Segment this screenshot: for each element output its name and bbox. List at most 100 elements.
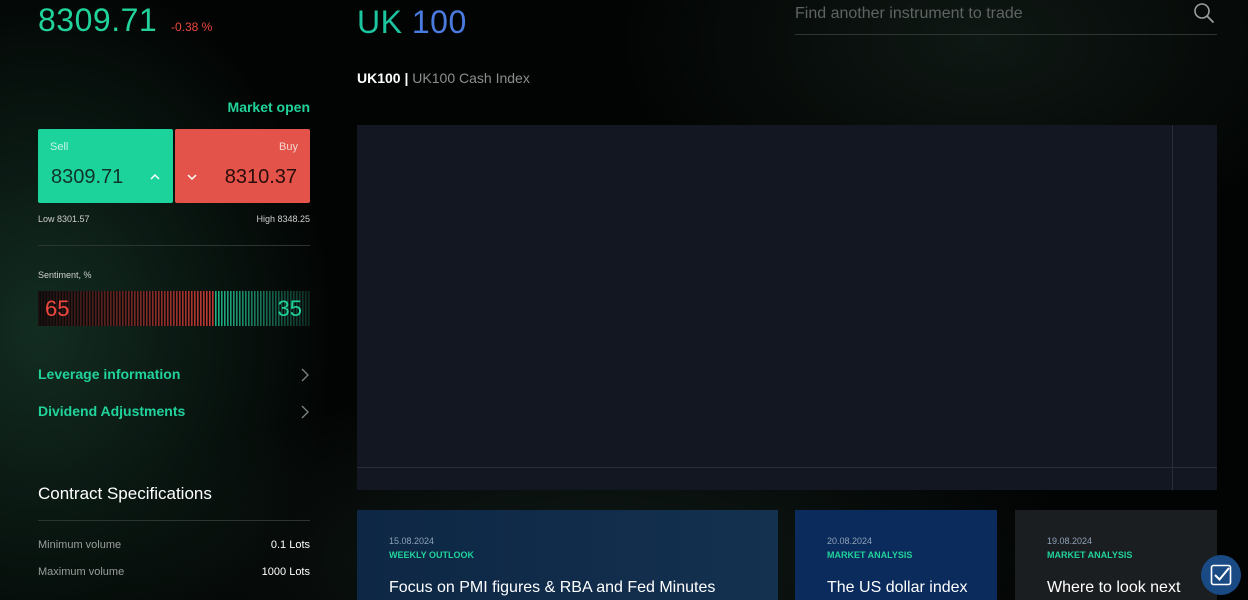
chat-button[interactable] (1201, 555, 1241, 595)
sentiment-buy-stripe (227, 291, 229, 326)
sentiment-sell-stripe (179, 291, 181, 326)
sentiment-sell-value: 65 (45, 296, 70, 321)
sentiment-sell-stripe (164, 291, 166, 326)
spec-row-maximum-volume: Maximum volume 1000 Lots (38, 566, 310, 584)
chart-time-scale-divider (357, 467, 1217, 468)
sentiment-buy-stripe (242, 291, 244, 326)
sentiment-buy-stripe (233, 291, 235, 326)
instrument-search (795, 0, 1217, 35)
sentiment-buy-value: 35 (277, 296, 302, 321)
sentiment-sell-stripe (74, 291, 76, 326)
instrument-title: UK 100 (357, 4, 467, 41)
sentiment-buy-stripe (245, 291, 247, 326)
sentiment-sell-stripe (155, 291, 157, 326)
leverage-information-label: Leverage information (38, 366, 181, 382)
sentiment-sell-stripe (137, 291, 139, 326)
sentiment-buy-stripe (236, 291, 238, 326)
low-price: Low 8301.57 (38, 214, 90, 224)
chevron-right-icon (301, 368, 309, 382)
main-content: UK 100 UK100 | UK100 Cash Index 15.08.20… (357, 0, 1217, 600)
sentiment-sell-stripe (107, 291, 109, 326)
spec-value: 1000 Lots (261, 566, 310, 578)
chart-price-scale-divider (1172, 125, 1173, 490)
current-price: 8309.71 (38, 2, 158, 38)
sentiment-sell-stripe (71, 291, 73, 326)
chevron-up-icon (150, 173, 160, 180)
sell-button[interactable]: Sell 8309.71 (38, 129, 173, 203)
sentiment-sell-stripe (182, 291, 184, 326)
price-change: -0.38 % (171, 20, 213, 34)
search-icon[interactable] (1193, 2, 1215, 24)
instrument-separator: | (404, 70, 409, 86)
sentiment-sell-stripe (158, 291, 160, 326)
quote-panel: 8309.71 -0.38 % Market open Sell 8309.71… (38, 0, 310, 600)
sentiment-buy-stripe (269, 291, 271, 326)
sentiment-sell-stripe (203, 291, 205, 326)
sentiment-sell-stripe (83, 291, 85, 326)
high-price: High 8348.25 (256, 214, 310, 224)
sentiment-sell-stripe (143, 291, 145, 326)
sentiment-buy-stripe (272, 291, 274, 326)
sentiment-bar: 65 35 (38, 291, 310, 326)
sentiment-sell-stripe (113, 291, 115, 326)
sell-price: 8309.71 (51, 166, 124, 188)
news-headline: Where to look next (1047, 579, 1181, 596)
sentiment-sell-stripe (41, 291, 43, 326)
sentiment-buy-stripe (305, 291, 307, 326)
news-date: 19.08.2024 (1047, 536, 1093, 546)
search-input[interactable] (795, 2, 1175, 26)
sentiment-buy-stripe (302, 291, 304, 326)
market-status: Market open (227, 99, 310, 115)
instrument-title-part2: 100 (411, 4, 467, 40)
sentiment-sell-stripe (122, 291, 124, 326)
instrument-title-part1: UK (357, 4, 403, 40)
spec-row-minimum-volume: Minimum volume 0.1 Lots (38, 539, 310, 557)
sentiment-sell-stripe (209, 291, 211, 326)
sentiment-sell-stripe (206, 291, 208, 326)
dividend-adjustments-link[interactable]: Dividend Adjustments (38, 403, 310, 423)
news-category: MARKET ANALYSIS (827, 550, 913, 560)
sentiment-sell-stripe (197, 291, 199, 326)
sentiment-buy-stripe (254, 291, 256, 326)
buy-button[interactable]: Buy 8310.37 (175, 129, 310, 203)
spec-value: 0.1 Lots (270, 539, 310, 551)
sentiment-sell-stripe (98, 291, 100, 326)
spec-key: Maximum volume (38, 566, 125, 578)
divider (38, 245, 310, 246)
sentiment-label: Sentiment, % (38, 270, 92, 280)
sentiment-sell-stripe (200, 291, 202, 326)
sentiment-sell-stripe (134, 291, 136, 326)
sentiment-sell-stripe (119, 291, 121, 326)
sentiment-sell-stripe (104, 291, 106, 326)
sentiment-sell-stripe (167, 291, 169, 326)
instrument-symbol: UK100 (357, 70, 401, 86)
news-card[interactable]: 15.08.2024 WEEKLY OUTLOOK Focus on PMI f… (357, 510, 778, 600)
sentiment-sell-stripe (173, 291, 175, 326)
news-headline: The US dollar index (827, 579, 968, 596)
sentiment-buy-stripe (263, 291, 265, 326)
sentiment-sell-stripe (188, 291, 190, 326)
chevron-down-icon (187, 174, 197, 181)
news-card[interactable]: 20.08.2024 MARKET ANALYSIS The US dollar… (795, 510, 997, 600)
sentiment-sell-stripe (125, 291, 127, 326)
sentiment-buy-stripe (260, 291, 262, 326)
news-category: WEEKLY OUTLOOK (389, 550, 475, 560)
news-card[interactable]: 19.08.2024 MARKET ANALYSIS Where to look… (1015, 510, 1217, 600)
sentiment-sell-stripe (128, 291, 130, 326)
sentiment-sell-stripe (77, 291, 79, 326)
sell-label: Sell (50, 141, 69, 153)
sentiment-buy-stripe (218, 291, 220, 326)
sentiment-sell-stripe (185, 291, 187, 326)
sentiment-buy-stripe (224, 291, 226, 326)
sentiment-buy-stripe (251, 291, 253, 326)
buy-price: 8310.37 (224, 166, 297, 188)
dividend-adjustments-label: Dividend Adjustments (38, 403, 186, 419)
sentiment-sell-stripe (92, 291, 94, 326)
price-chart[interactable] (357, 125, 1217, 490)
sentiment-buy-stripe (230, 291, 232, 326)
sentiment-sell-stripe (80, 291, 82, 326)
news-date: 15.08.2024 (389, 536, 435, 546)
sentiment-buy-stripe (221, 291, 223, 326)
sentiment-buy-stripe (275, 291, 277, 326)
leverage-information-link[interactable]: Leverage information (38, 366, 310, 386)
